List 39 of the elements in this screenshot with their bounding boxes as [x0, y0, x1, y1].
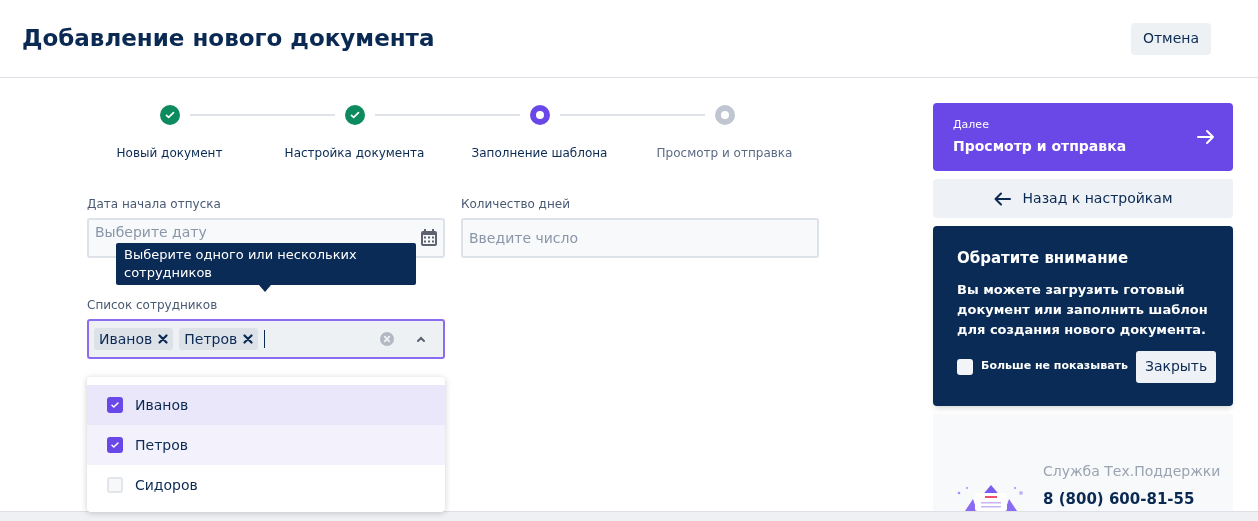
tooltip-arrow-icon [259, 285, 271, 292]
notice-title: Обратите внимание [957, 248, 1130, 269]
page-title: Добавление нового документа [22, 24, 435, 54]
field-label: Дата начала отпуска [87, 196, 222, 213]
employee-tag: Иванов [94, 328, 174, 350]
employee-tag: Петров [179, 328, 259, 350]
text-cursor [264, 330, 266, 348]
dropdown-option[interactable]: Петров [87, 425, 445, 465]
checkbox[interactable] [957, 358, 973, 375]
field-label: Количество дней [461, 196, 571, 213]
check-icon [109, 439, 121, 451]
back-button[interactable]: Назад к настройкам [933, 179, 1233, 218]
step-label: Новый документ [115, 145, 224, 162]
dropdown-option[interactable]: Иванов [87, 385, 445, 425]
tooltip: Выберите одного или нескольких сотрудников [116, 243, 416, 285]
calendar-icon[interactable] [419, 228, 439, 248]
notice-text: Вы можете загрузить готовый документ или заполнить шаблон для создания нового документа. [957, 280, 1209, 339]
arrow-left-icon [993, 191, 1011, 206]
cancel-button[interactable]: Отмена [1130, 22, 1211, 55]
step-label: Настройка документа [283, 145, 426, 162]
employee-select[interactable]: Иванов Петров [87, 319, 445, 359]
step-label: Заполнение шаблона [470, 145, 609, 162]
close-button[interactable]: Закрыть [1135, 350, 1217, 383]
arrow-right-icon [1197, 129, 1215, 145]
support-title: Служба Тех.Поддержки [1043, 461, 1221, 481]
next-button[interactable]: Далее Просмотр и отправка [933, 103, 1233, 171]
chevron-up-icon[interactable] [416, 335, 426, 343]
number-field[interactable]: Введите число [461, 218, 819, 258]
remove-icon[interactable] [158, 334, 169, 344]
step-label: Просмотр и отправка [655, 145, 794, 162]
checkbox[interactable] [107, 397, 123, 413]
dropdown-option[interactable]: Сидоров [87, 465, 445, 505]
remove-icon[interactable] [243, 334, 254, 344]
checkbox[interactable] [107, 437, 123, 453]
checkbox[interactable] [107, 477, 123, 493]
check-icon [109, 399, 121, 411]
checkbox-label: Больше не показывать [981, 358, 1128, 375]
support-phone: 8 (800) 600-81-55 [1043, 488, 1196, 510]
field-label: Список сотрудников [87, 297, 219, 314]
